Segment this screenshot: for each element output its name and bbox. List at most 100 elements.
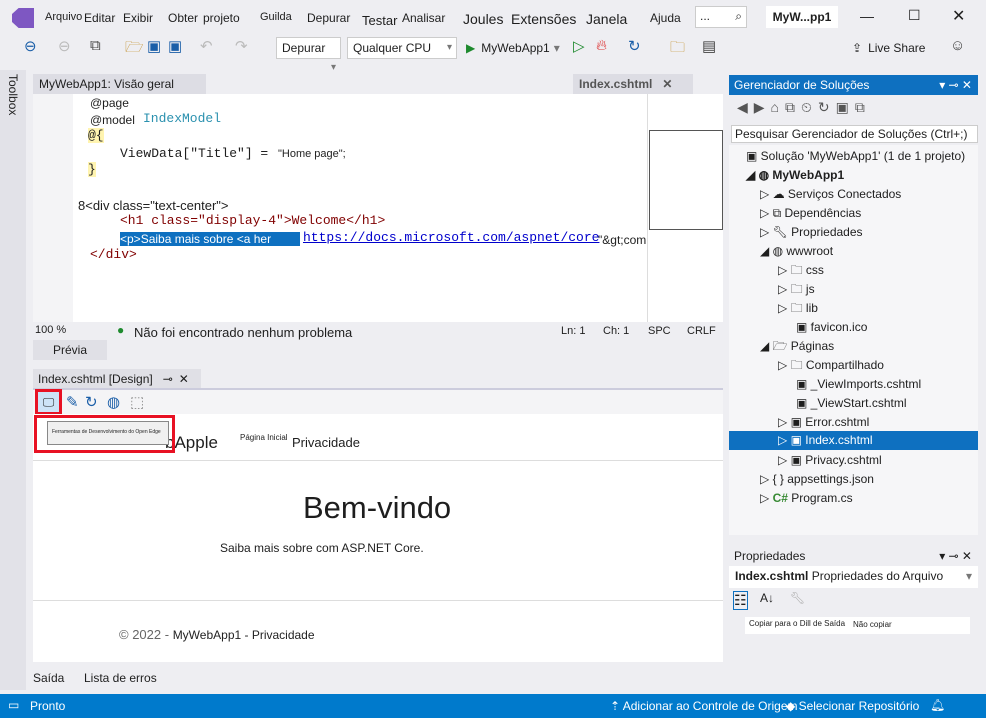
tree-item[interactable]: ▷ ☁ Serviços Conectados: [760, 185, 901, 204]
menu-arquivo[interactable]: Arquivo: [45, 11, 82, 23]
solution-search[interactable]: Pesquisar Gerenciador de Soluções (Ctrl+…: [731, 125, 978, 143]
refresh-icon[interactable]: ↻: [85, 393, 98, 411]
panel-controls-icon[interactable]: ▾ ⊸ ✕: [939, 549, 972, 563]
platform-select[interactable]: Qualquer CPU: [347, 37, 457, 59]
property-pages-icon[interactable]: 🔧︎: [790, 591, 805, 605]
menu-obter[interactable]: Obter: [168, 11, 198, 25]
code-line: ViewData["Title"] =: [120, 146, 277, 161]
tree-item[interactable]: ◢ ◍ wwwroot: [760, 242, 833, 261]
zoom-select[interactable]: 100 %: [35, 324, 66, 336]
undo-icon[interactable]: ↶: [200, 37, 213, 55]
lead-text: Saiba mais sobre com ASP.NET Core.: [220, 541, 424, 555]
save-all-icon[interactable]: ▣: [168, 37, 182, 55]
run-label: MyWebApp1: [481, 41, 550, 55]
nav-privacy-link[interactable]: Privacidade: [292, 435, 360, 450]
tab-index[interactable]: Index.cshtml ✕: [573, 74, 693, 94]
back-icon[interactable]: ⊖: [24, 37, 37, 55]
menu-analisar[interactable]: Analisar: [402, 11, 445, 25]
panel-title: Gerenciador de Soluções: [734, 78, 870, 92]
live-share-label: Live Share: [868, 41, 926, 55]
code-link[interactable]: https://docs.microsoft.com/aspnet/core: [303, 230, 599, 245]
close-tab-icon[interactable]: ✕: [179, 372, 189, 386]
source-control-button[interactable]: ⇡ Adicionar ao Controle de Origem: [610, 699, 798, 713]
tree-item-selected[interactable]: ▷ ▣ Index.cshtml: [729, 431, 978, 450]
menu-depurar[interactable]: Depurar: [307, 11, 350, 25]
hot-reload-icon[interactable]: 🔥︎: [596, 37, 607, 54]
config-select[interactable]: Depurar: [276, 37, 341, 78]
open-folder-icon[interactable]: 🗁: [125, 37, 144, 62]
tab-overview[interactable]: MyWebApp1: Visão geral: [33, 74, 206, 94]
design-tab[interactable]: Index.cshtml [Design] ⊸ ✕: [33, 369, 201, 388]
properties-object-select[interactable]: Index.cshtml Propriedades do Arquivo ▾: [729, 566, 978, 588]
new-project-icon[interactable]: ⧉: [90, 37, 101, 54]
pin-icon[interactable]: ⊸: [163, 372, 173, 386]
tree-item[interactable]: ▷ 🗀 css: [778, 261, 824, 280]
search-box[interactable]: ... ⌕: [695, 6, 747, 28]
menu-janela[interactable]: Janela: [586, 11, 627, 27]
tree-item[interactable]: ▷ ▣ Privacy.cshtml: [778, 451, 882, 470]
tree-item[interactable]: ▣ _ViewStart.cshtml: [796, 394, 906, 413]
tree-item[interactable]: ▷ ▣ Error.cshtml: [778, 413, 869, 432]
devtools-button[interactable]: 🖵: [35, 389, 62, 415]
alphabetical-icon[interactable]: A↓: [760, 591, 774, 605]
maximize-button[interactable]: ☐: [908, 7, 921, 24]
notifications-icon[interactable]: 🔔︎: [930, 698, 945, 712]
solution-explorer-header: Gerenciador de Soluções ▾ ⊸ ✕: [729, 75, 978, 95]
code-line: @{: [88, 128, 104, 143]
forward-icon[interactable]: ⊖: [58, 37, 71, 55]
tree-item[interactable]: ◢ ◍ MyWebApp1: [746, 166, 844, 185]
menu-joules[interactable]: Joules: [463, 11, 503, 27]
nav-home-link[interactable]: Página Inicial: [240, 433, 288, 442]
toolbox-tab[interactable]: Toolbox: [0, 70, 26, 690]
close-button[interactable]: ✕: [952, 6, 965, 26]
tree-item[interactable]: ▷ { } appsettings.json: [760, 470, 874, 489]
layout-icon[interactable]: ▤: [702, 37, 716, 55]
menu-testar[interactable]: Testar: [362, 13, 397, 28]
globe-icon[interactable]: ◍: [107, 393, 120, 411]
col-number: Ch: 1: [603, 325, 630, 337]
menu-projeto[interactable]: projeto: [203, 11, 240, 25]
tree-item[interactable]: ▷ 🗀 Compartilhado: [778, 356, 884, 375]
tree-item[interactable]: ▣ Solução 'MyWebApp1' (1 de 1 projeto): [746, 147, 965, 166]
tree-item[interactable]: ▣ favicon.ico: [796, 318, 867, 337]
tree-item[interactable]: ▷ 🗀 js: [778, 280, 815, 299]
refresh-icon[interactable]: ↻: [628, 37, 641, 55]
menu-exibir[interactable]: Exibir: [123, 11, 153, 25]
folder-icon[interactable]: 🗀: [670, 37, 685, 62]
tab-output[interactable]: Saída: [33, 671, 64, 685]
panel-controls-icon[interactable]: ▾ ⊸ ✕: [939, 78, 972, 92]
status-ready: Pronto: [30, 699, 66, 713]
save-icon[interactable]: ▣: [147, 37, 161, 55]
tab-error-list[interactable]: Lista de erros: [84, 671, 157, 685]
menu-editar[interactable]: Editar: [84, 11, 115, 25]
line-ending: CRLF: [687, 325, 716, 337]
live-share-button[interactable]: ⇪ Live Share: [852, 38, 925, 58]
tree-item[interactable]: ◢ 🗁 Páginas: [760, 337, 834, 356]
close-tab-icon[interactable]: ✕: [662, 77, 672, 91]
tree-item[interactable]: ▷ ⧉ Dependências: [760, 204, 861, 223]
minimap[interactable]: [647, 94, 723, 322]
tree-item[interactable]: ▷ 🗀 lib: [778, 299, 818, 318]
tree-item[interactable]: ▣ _ViewImports.cshtml: [796, 375, 921, 394]
categorized-icon[interactable]: ☷: [733, 591, 748, 610]
tree-item[interactable]: ▷ C# Program.cs: [760, 489, 853, 508]
menu-guilda[interactable]: Guilda: [260, 11, 292, 23]
select-icon[interactable]: ⬚: [130, 393, 144, 411]
property-row[interactable]: Copiar para o Dill de Saída Não copiar: [745, 617, 970, 634]
browse-edit-icon[interactable]: ✎: [66, 393, 79, 411]
redo-icon[interactable]: ↷: [235, 37, 248, 55]
toolbox-label: Toolbox: [6, 74, 20, 116]
line-number: Ln: 1: [561, 325, 586, 337]
menu-ajuda[interactable]: Ajuda: [650, 11, 681, 25]
run-button[interactable]: ▶ MyWebApp1 ▾: [466, 38, 560, 58]
feedback-icon[interactable]: ☺: [950, 37, 965, 54]
minimize-button[interactable]: —: [860, 8, 874, 24]
select-repo-button[interactable]: ◆ Selecionar Repositório: [786, 699, 919, 713]
start-without-debug-icon[interactable]: ▷: [573, 37, 585, 55]
preview-tab[interactable]: Prévia: [33, 340, 107, 360]
footer-link[interactable]: MyWebApp1 - Privacidade: [173, 628, 315, 642]
code-line: @page: [90, 96, 129, 110]
menu-extensoes[interactable]: Extensões: [511, 11, 576, 27]
code-line: 8<div class="text-center">: [78, 198, 229, 213]
tree-item[interactable]: ▷ 🔧︎ Propriedades: [760, 223, 863, 242]
